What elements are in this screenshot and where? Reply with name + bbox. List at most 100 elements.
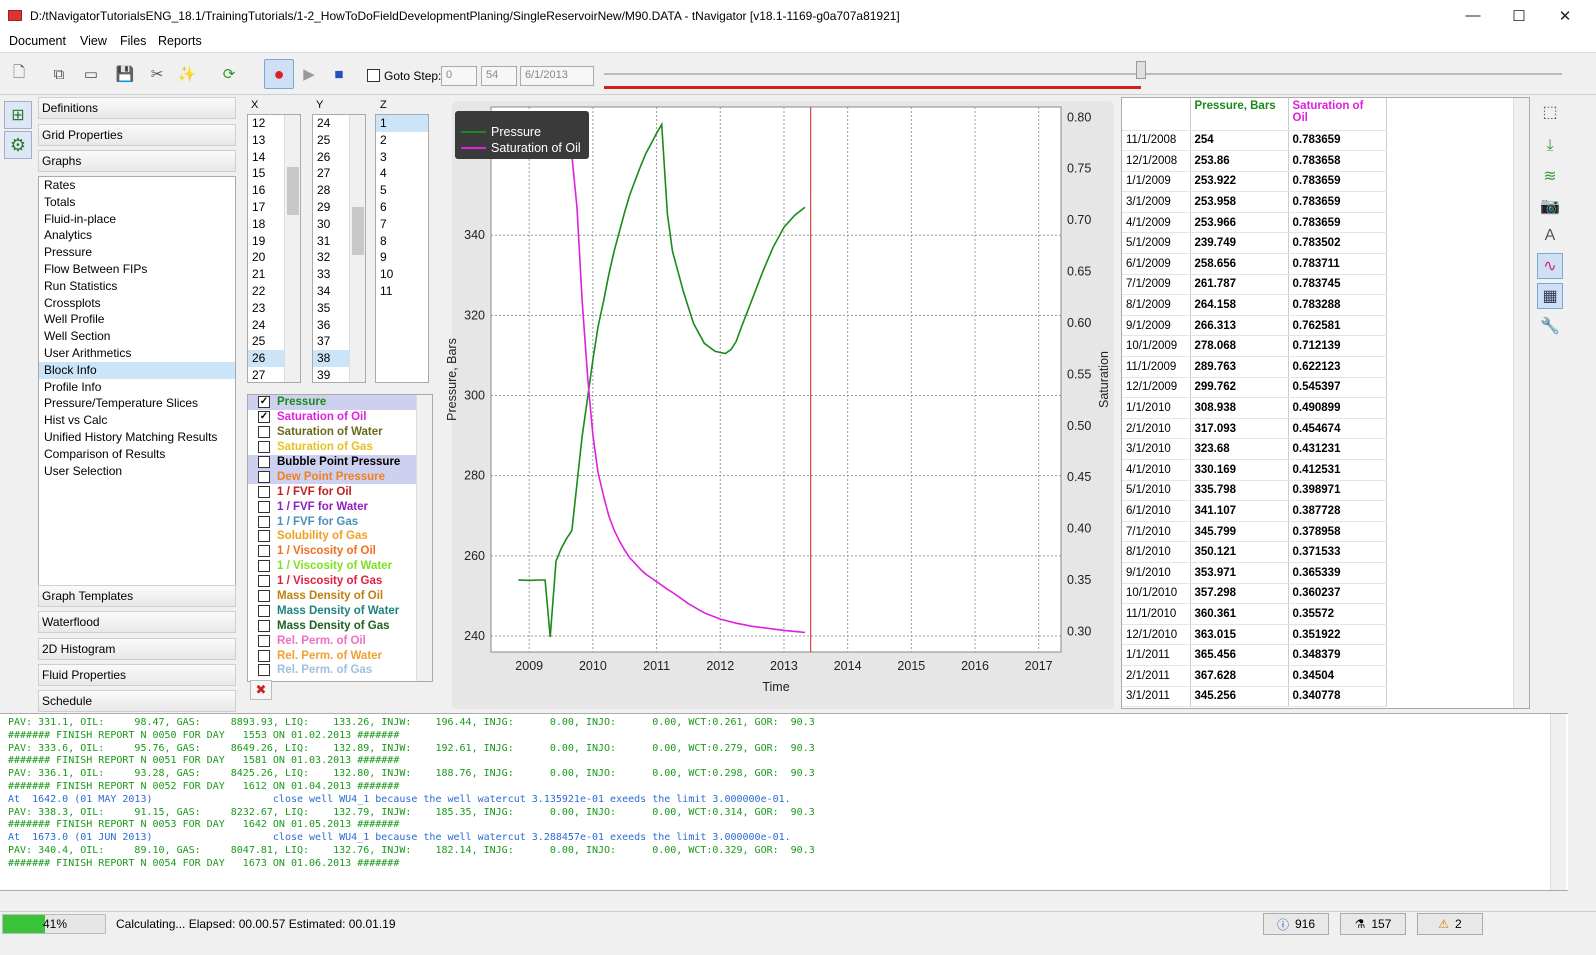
x-list-item[interactable]: 24 [248,317,284,334]
graph-item[interactable]: Crossplots [39,295,235,312]
property-item[interactable]: 1 / FVF for Water [248,499,432,514]
property-item[interactable]: Saturation of Gas [248,440,432,455]
property-item[interactable]: Rel. Perm. of Water [248,648,432,663]
graph-item[interactable]: Flow Between FIPs [39,261,235,278]
property-item[interactable]: Mass Density of Water [248,603,432,618]
x-list-item[interactable]: 27 [248,367,284,384]
property-checkbox[interactable] [258,515,270,528]
y-list-item[interactable]: 29 [313,199,349,216]
step-spinbox[interactable]: 0 [441,66,477,86]
graph-item[interactable]: Fluid-in-place [39,211,235,228]
y-list-item[interactable]: 27 [313,165,349,182]
maximize-button[interactable]: ☐ [1496,0,1542,31]
layers-icon[interactable]: ≋ [1537,163,1563,189]
z-list-item[interactable]: 8 [376,233,428,250]
property-checkbox[interactable] [258,590,270,603]
step-max-spinbox[interactable]: 54 [481,66,517,86]
property-checkbox[interactable]: ✓ [258,396,270,409]
menu-files[interactable]: Files [120,34,146,48]
graph-item[interactable]: Analytics [39,227,235,244]
graph-item[interactable]: Pressure/Temperature Slices [39,395,235,412]
x-list-item[interactable]: 21 [248,266,284,283]
y-list-item[interactable]: 33 [313,266,349,283]
nav-schedule[interactable]: Schedule [38,690,236,712]
tree-icon[interactable]: ⊞ [4,101,32,129]
table-scrollbar[interactable] [1513,98,1529,708]
property-item[interactable]: Rel. Perm. of Gas [248,663,432,678]
flask-counter[interactable]: ⚗ 157 [1340,913,1406,935]
nav-fluid-properties[interactable]: Fluid Properties [38,664,236,686]
nav-graph-templates[interactable]: Graph Templates [38,585,236,607]
graph-item[interactable]: Block Info [39,361,235,379]
text-style-icon[interactable]: A [1537,223,1563,249]
graph-item[interactable]: User Selection [39,463,235,480]
z-list-item[interactable]: 6 [376,199,428,216]
y-list-item[interactable]: 39 [313,367,349,384]
property-checkbox[interactable] [258,441,270,454]
property-checkbox[interactable] [258,456,270,468]
property-checkbox[interactable] [258,619,270,632]
y-list-item[interactable]: 30 [313,216,349,233]
cube-icon[interactable]: ⬚ [1537,99,1563,125]
property-checkbox[interactable] [258,634,270,647]
property-item[interactable]: 1 / Viscosity of Gas [248,574,432,589]
property-item[interactable]: 1 / FVF for Gas [248,514,432,529]
property-item[interactable]: Bubble Point Pressure [248,454,432,470]
nav-graphs[interactable]: Graphs [38,150,236,172]
delete-icon[interactable]: ✖ [250,680,272,700]
copy-icon[interactable]: ⧉ [48,63,70,85]
tools-icon[interactable]: ✂ [146,63,168,85]
graph-item[interactable]: Unified History Matching Results [39,429,235,446]
property-item[interactable]: Saturation of Water [248,425,432,440]
info-counter[interactable]: ⓘ 916 [1263,913,1329,935]
nav-waterflood[interactable]: Waterflood [38,611,236,633]
y-scrollbar[interactable] [349,115,365,382]
property-item[interactable]: Mass Density of Gas [248,618,432,633]
z-list-item[interactable]: 3 [376,149,428,166]
y-list[interactable]: 24 25 26 27 28 29 30 31 32 33 34 35 36 37 38 39 [312,114,366,383]
y-list-item[interactable]: 28 [313,182,349,199]
x-list-item[interactable]: 17 [248,199,284,216]
x-list-item[interactable]: 20 [248,249,284,266]
z-list-item[interactable]: 9 [376,249,428,266]
property-checkbox[interactable] [258,470,270,483]
property-checkbox[interactable] [258,426,270,439]
property-item[interactable]: 1 / FVF for Oil [248,484,432,499]
z-list-item[interactable]: 10 [376,266,428,283]
menu-view[interactable]: View [80,34,107,48]
z-list-item[interactable]: 4 [376,165,428,182]
z-list-item[interactable]: 5 [376,182,428,199]
graph-item[interactable]: Comparison of Results [39,446,235,463]
property-checkbox[interactable] [258,530,270,543]
property-checkbox[interactable] [258,485,270,498]
magic-wand-icon[interactable]: ✨ [176,63,198,85]
x-scrollbar[interactable] [284,115,300,382]
z-list-item[interactable]: 1 [376,115,428,132]
nav-definitions[interactable]: Definitions [38,97,236,119]
x-list-item[interactable]: 18 [248,216,284,233]
play-icon[interactable]: ▶ [298,63,320,85]
goto-step-checkbox[interactable] [367,69,380,82]
graph-item[interactable]: Totals [39,194,235,211]
property-item[interactable]: 1 / Viscosity of Water [248,559,432,574]
property-item[interactable]: 1 / Viscosity of Oil [248,544,432,559]
property-item[interactable]: Solubility of Gas [248,529,432,544]
z-list[interactable]: 1 2 3 4 5 6 7 8 9 10 11 [375,114,429,383]
property-checkbox[interactable] [258,664,270,677]
x-list-item[interactable]: 15 [248,165,284,182]
y-list-item[interactable]: 25 [313,132,349,149]
graph-item[interactable]: Pressure [39,244,235,261]
property-checkbox[interactable]: ✓ [258,411,270,424]
graph-item[interactable]: Rates [39,177,235,194]
z-list-item[interactable]: 11 [376,283,428,300]
property-checkbox[interactable] [258,500,270,513]
x-list[interactable]: 12 13 14 15 16 17 18 19 20 21 22 23 24 25 26 27 [247,114,301,383]
y-list-item[interactable]: 36 [313,317,349,334]
time-slider-handle[interactable] [1136,61,1146,79]
table-icon[interactable]: ▦ [1537,283,1563,309]
y-list-item[interactable]: 31 [313,233,349,250]
property-item[interactable]: Dew Point Pressure [248,469,432,485]
x-list-item[interactable]: 26 [248,350,284,367]
x-list-item[interactable]: 12 [248,115,284,132]
menu-reports[interactable]: Reports [158,34,202,48]
